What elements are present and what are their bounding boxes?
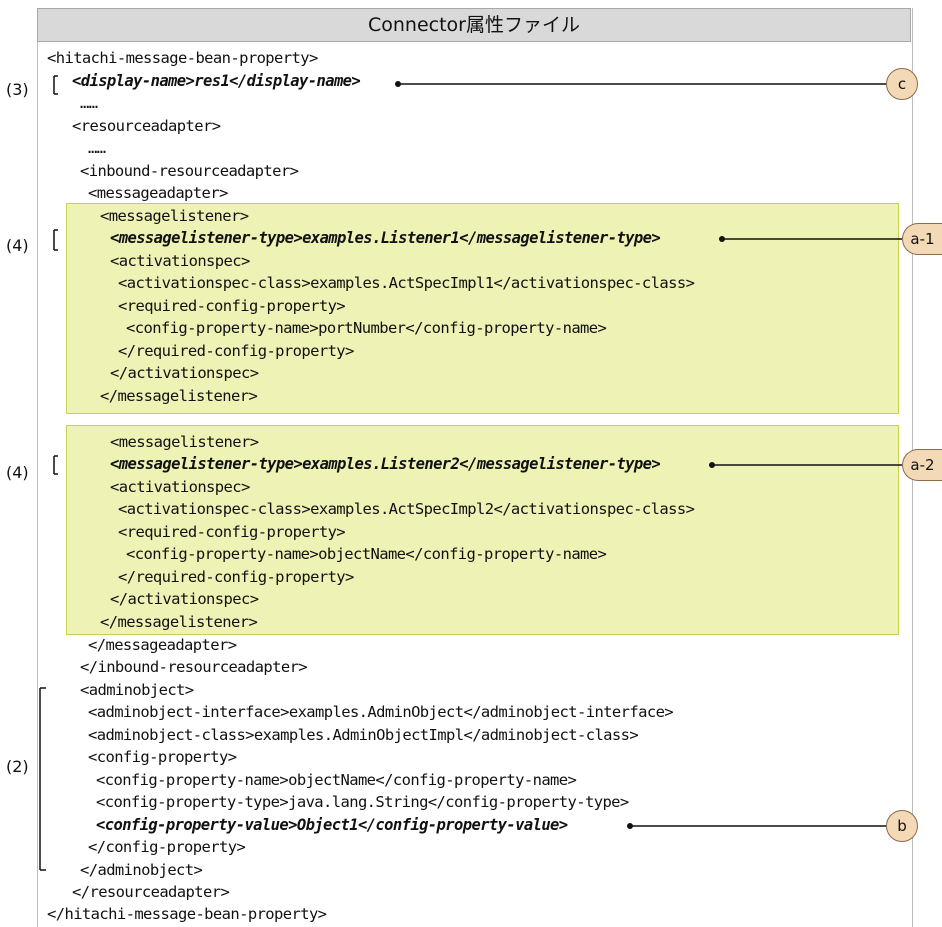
connector-lines xyxy=(39,75,902,871)
bracket-3 xyxy=(53,75,58,95)
bracket-4-second xyxy=(53,455,58,475)
callout-c: c xyxy=(886,68,918,100)
callout-b: b xyxy=(886,810,918,842)
bracket-2 xyxy=(39,687,46,871)
bracket-4-first xyxy=(53,229,58,251)
dot-a2 xyxy=(709,462,715,468)
dot-b xyxy=(627,823,633,829)
dot-a1 xyxy=(719,236,725,242)
callout-a1: a-1 xyxy=(902,223,942,255)
callout-a2: a-2 xyxy=(902,449,942,481)
dot-c xyxy=(395,81,401,87)
